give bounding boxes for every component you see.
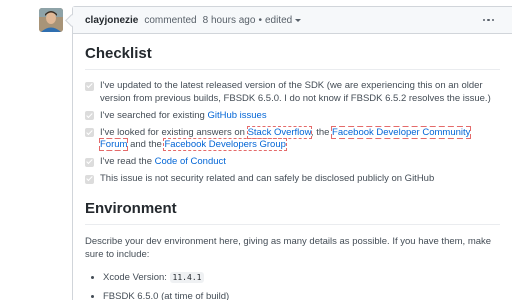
task-text-segment: I've searched for existing bbox=[100, 109, 208, 121]
comment-header: clayjonezie commented 8 hours ago • edit… bbox=[73, 7, 512, 34]
task-text-segment: and the bbox=[127, 139, 165, 150]
fbsdk-version-label: FBSDK 6.5.0 (at time of build) bbox=[103, 290, 230, 300]
dot-icon bbox=[491, 18, 494, 22]
stack-overflow-link[interactable]: Stack Overflow bbox=[246, 125, 312, 139]
more-options-button[interactable] bbox=[482, 17, 494, 24]
comment-body: Checklist I've updated to the latest rel… bbox=[73, 45, 512, 300]
task-item: I've looked for existing answers on Stac… bbox=[85, 125, 500, 152]
task-text: This issue is not security related and c… bbox=[100, 173, 435, 184]
task-item: I've updated to the latest released vers… bbox=[85, 80, 500, 105]
header-separator: • bbox=[258, 14, 262, 26]
checkbox-checked-icon[interactable] bbox=[85, 111, 94, 120]
environment-list: Xcode Version: 11.4.1 FBSDK 6.5.0 (at ti… bbox=[85, 271, 500, 300]
task-text-segment: , the bbox=[310, 126, 333, 138]
dot-icon bbox=[487, 18, 490, 22]
avatar-image bbox=[39, 8, 63, 32]
caret-down-icon bbox=[295, 19, 302, 22]
checkbox-checked-icon[interactable] bbox=[85, 81, 94, 91]
dot-icon bbox=[482, 18, 485, 22]
avatar[interactable] bbox=[39, 8, 63, 32]
task-list: I've updated to the latest released vers… bbox=[85, 80, 500, 186]
task-item: This issue is not security related and c… bbox=[85, 173, 500, 186]
checklist-heading: Checklist bbox=[85, 45, 500, 70]
code-of-conduct-link[interactable]: Code of Conduct bbox=[155, 156, 226, 167]
task-text: I've searched for existing GitHub issues bbox=[100, 110, 500, 123]
checkbox-checked-icon[interactable] bbox=[85, 128, 94, 137]
github-issues-link[interactable]: GitHub issues bbox=[207, 110, 266, 121]
edited-dropdown[interactable]: edited bbox=[264, 14, 302, 26]
comment-action: commented bbox=[144, 14, 197, 26]
facebook-developers-group-link[interactable]: Facebook Developers Group bbox=[163, 138, 287, 151]
task-text: I've looked for existing answers on Stac… bbox=[98, 125, 500, 152]
task-text: I've updated to the latest released vers… bbox=[100, 80, 491, 104]
task-item: I've searched for existing GitHub issues bbox=[85, 110, 500, 123]
environment-heading: Environment bbox=[85, 200, 500, 225]
checkbox-checked-icon[interactable] bbox=[85, 157, 94, 167]
list-item: FBSDK 6.5.0 (at time of build) bbox=[103, 290, 500, 300]
environment-description: Describe your dev environment here, givi… bbox=[85, 235, 492, 260]
edited-label: edited bbox=[264, 14, 293, 26]
comment-box: clayjonezie commented 8 hours ago • edit… bbox=[72, 6, 512, 300]
comment-timestamp[interactable]: 8 hours ago bbox=[203, 15, 256, 26]
author-link[interactable]: clayjonezie bbox=[85, 15, 138, 26]
xcode-version-code: 11.4.1 bbox=[169, 271, 205, 283]
list-item: Xcode Version: 11.4.1 bbox=[103, 271, 500, 284]
task-text-segment: I've looked for existing answers on bbox=[100, 126, 248, 138]
task-text-segment: I've read the bbox=[100, 156, 155, 167]
xcode-version-label: Xcode Version: bbox=[103, 271, 170, 283]
task-item: I've read the Code of Conduct bbox=[85, 156, 500, 169]
checkbox-checked-icon[interactable] bbox=[85, 174, 94, 184]
task-text: I've read the Code of Conduct bbox=[100, 156, 500, 169]
